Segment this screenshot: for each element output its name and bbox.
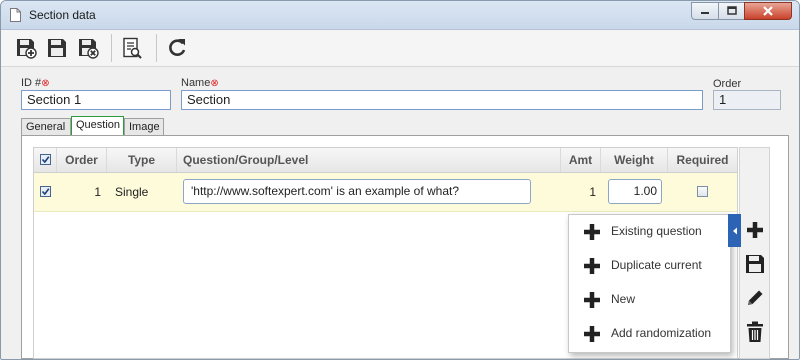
chevron-left-icon <box>732 227 737 234</box>
save-close-icon <box>79 39 99 59</box>
tab-question[interactable]: Question <box>71 116 124 136</box>
refresh-icon <box>169 39 186 56</box>
menu-item-new[interactable]: New <box>569 283 728 317</box>
tab-image[interactable]: Image <box>124 118 164 135</box>
save-icon <box>746 255 764 273</box>
document-icon <box>10 8 21 22</box>
column-header-amt[interactable]: Amt <box>561 148 601 172</box>
minimize-icon <box>701 12 709 14</box>
row-amt: 1 <box>589 185 596 199</box>
delete-button[interactable] <box>743 320 767 344</box>
report-button[interactable] <box>119 35 145 61</box>
refresh-button[interactable] <box>164 35 190 61</box>
menu-collapse-tab[interactable] <box>728 214 741 247</box>
menu-item-label: New <box>611 292 636 306</box>
select-all-cell <box>34 148 57 172</box>
column-header-question[interactable]: Question/Group/Level <box>177 148 561 172</box>
checkmark-icon <box>41 188 50 196</box>
toolbar-separator <box>156 34 157 62</box>
menu-item-label: Existing question <box>611 224 702 238</box>
report-icon <box>123 37 142 59</box>
edit-button[interactable] <box>743 286 767 310</box>
title-bar: Section data <box>1 1 799 30</box>
column-header-weight[interactable]: Weight <box>601 148 668 172</box>
add-button[interactable] <box>743 218 767 242</box>
question-input[interactable]: 'http://www.softexpert.com' is an exampl… <box>183 179 531 204</box>
plus-icon <box>584 258 600 274</box>
column-header-required[interactable]: Required <box>668 148 737 172</box>
row-type: Single <box>115 185 149 199</box>
trash-icon <box>747 321 763 342</box>
required-marker-icon: ⊗ <box>41 78 50 89</box>
order-field: 1 <box>713 90 781 110</box>
row-order: 1 <box>94 185 101 199</box>
checkmark-icon <box>41 156 50 164</box>
tab-general[interactable]: General <box>21 118 71 135</box>
section-data-window: Section data ID #⊗ Section 1 Name⊗ Secti… <box>0 0 800 360</box>
toolbar <box>1 30 799 67</box>
maximize-button[interactable] <box>718 2 745 20</box>
plus-icon <box>747 222 763 238</box>
maximize-icon <box>726 6 737 15</box>
table-row[interactable]: 1 Single 'http://www.softexpert.com' is … <box>34 173 737 212</box>
required-checkbox[interactable] <box>697 186 708 197</box>
column-header-type[interactable]: Type <box>107 148 177 172</box>
weight-input[interactable]: 1.00 <box>608 179 662 204</box>
required-marker-icon: ⊗ <box>210 78 219 89</box>
toolbar-separator <box>111 34 112 62</box>
row-checkbox[interactable] <box>40 186 51 197</box>
grid-header: Order Type Question/Group/Level Amt Weig… <box>34 148 737 173</box>
save-button[interactable] <box>44 35 70 61</box>
add-dropdown-menu: Existing question Duplicate current New … <box>568 214 731 353</box>
column-header-order[interactable]: Order <box>57 148 107 172</box>
save-new-button[interactable] <box>13 35 39 61</box>
id-field[interactable]: Section 1 <box>21 90 171 110</box>
save-row-button[interactable] <box>743 252 767 276</box>
select-all-checkbox[interactable] <box>40 154 51 165</box>
menu-item-duplicate-current[interactable]: Duplicate current <box>569 249 728 283</box>
name-label: Name⊗ <box>181 77 219 89</box>
close-icon <box>763 6 773 16</box>
close-button[interactable] <box>744 2 792 20</box>
save-close-button[interactable] <box>75 35 101 61</box>
menu-item-label: Add randomization <box>611 326 712 340</box>
plus-icon <box>584 326 600 342</box>
id-label: ID #⊗ <box>21 77 50 89</box>
menu-item-existing-question[interactable]: Existing question <box>569 215 728 249</box>
window-title: Section data <box>29 8 96 22</box>
minimize-button[interactable] <box>691 2 719 20</box>
save-new-icon <box>17 39 37 59</box>
menu-item-add-randomization[interactable]: Add randomization <box>569 317 728 351</box>
menu-item-label: Duplicate current <box>611 258 702 272</box>
plus-icon <box>584 292 600 308</box>
order-label: Order <box>713 78 742 90</box>
pencil-icon <box>748 290 763 305</box>
save-icon <box>48 39 66 57</box>
name-field[interactable]: Section <box>181 90 703 110</box>
plus-icon <box>584 224 600 240</box>
